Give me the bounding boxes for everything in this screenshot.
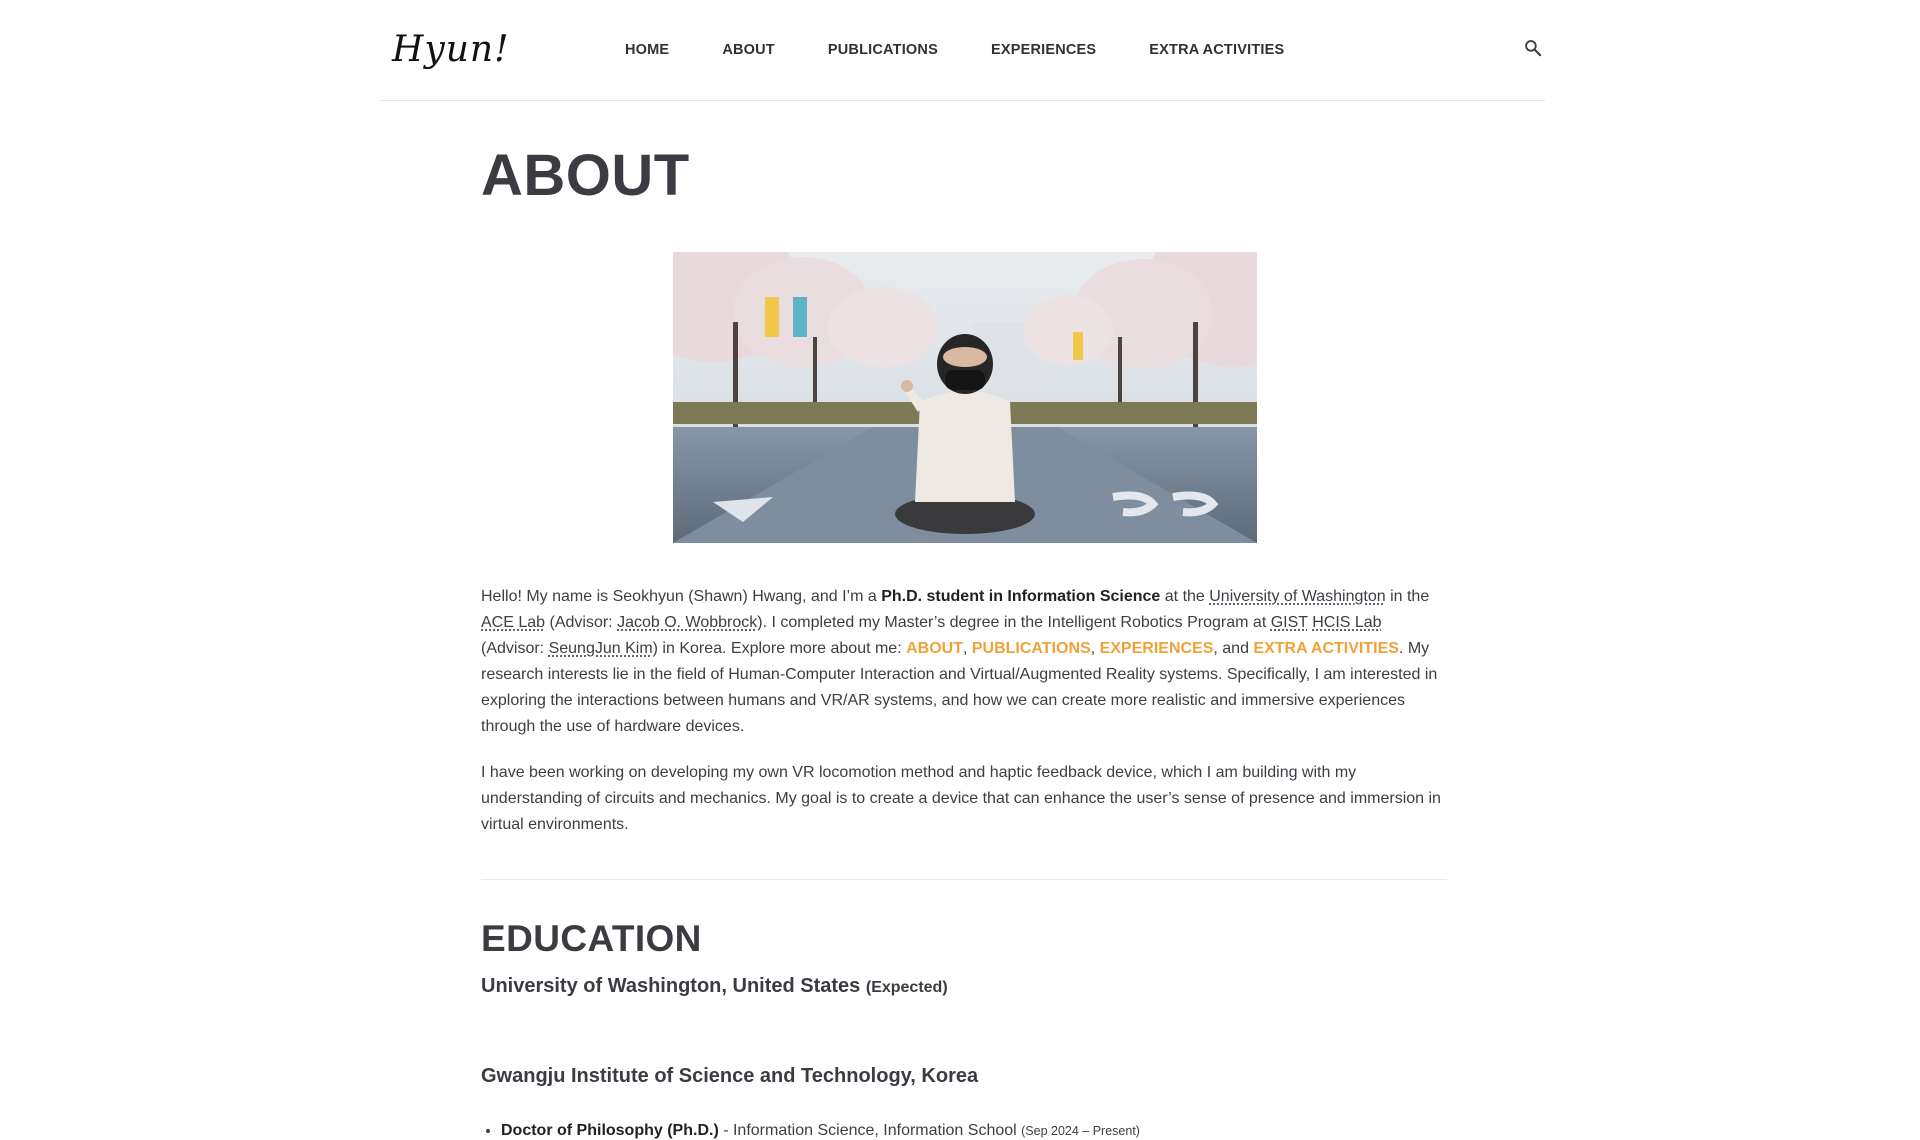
page-title: ABOUT <box>481 143 690 208</box>
intro-text-segment: , and <box>1213 640 1254 657</box>
link-about[interactable]: ABOUT <box>906 640 963 657</box>
abbr-seungjun-kim[interactable]: SeungJun Kim <box>549 640 653 657</box>
link-extra-activities[interactable]: EXTRA ACTIVITIES <box>1253 640 1399 657</box>
abbr-hcis-lab[interactable]: HCIS Lab <box>1312 614 1381 631</box>
abbr-jacob-wobbrock[interactable]: Jacob O. Wobbrock <box>617 614 757 631</box>
nav-experiences[interactable]: EXPERIENCES <box>991 42 1096 58</box>
nav-publications[interactable]: PUBLICATIONS <box>828 42 938 58</box>
intro-text: Hello! My name is Seokhyun (Shawn) Hwang… <box>481 584 1449 858</box>
intro-text-segment: ) in Korea. Explore more about me: <box>652 640 907 657</box>
abbr-ace-lab[interactable]: ACE Lab <box>481 614 545 631</box>
link-experiences[interactable]: EXPERIENCES <box>1100 640 1214 657</box>
degree-title: Doctor of Philosophy (Ph.D.) <box>501 1122 719 1139</box>
degree-dates: (Sep 2024 – Present) <box>1021 1124 1140 1138</box>
school-name: University of Washington, United States <box>481 975 861 997</box>
search-button[interactable] <box>1523 38 1545 60</box>
logo-text: Hyun! <box>392 29 510 70</box>
nav-about[interactable]: ABOUT <box>722 42 775 58</box>
intro-text-segment: Hello! My name is Seokhyun (Shawn) Hwang… <box>481 588 882 605</box>
link-publications[interactable]: PUBLICATIONS <box>972 640 1091 657</box>
profile-photo <box>673 252 1257 543</box>
main-nav: HOME ABOUT PUBLICATIONS EXPERIENCES EXTR… <box>625 0 1284 100</box>
abbr-gist[interactable]: GIST <box>1271 614 1308 631</box>
search-icon <box>1525 40 1542 57</box>
site-logo[interactable]: Hyun! <box>386 26 509 74</box>
intro-paragraph-1: Hello! My name is Seokhyun (Shawn) Hwang… <box>481 584 1449 740</box>
intro-text-segment: , <box>962 640 972 657</box>
phd-highlight: Ph.D. student in Information Science <box>881 588 1161 605</box>
degree-field: - Information Science, Information Schoo… <box>718 1122 1022 1139</box>
nav-extra-activities[interactable]: EXTRA ACTIVITIES <box>1149 42 1284 58</box>
nav-home[interactable]: HOME <box>625 42 669 58</box>
intro-text-segment: in the <box>1385 588 1430 605</box>
education-heading: EDUCATION <box>481 918 702 959</box>
site-header: Hyun! HOME ABOUT PUBLICATIONS EXPERIENCE… <box>380 0 1545 101</box>
intro-text-segment: , <box>1090 640 1100 657</box>
intro-text-segment: ). I completed my Master’s degree in the… <box>757 614 1271 631</box>
school-name: Gwangju Institute of Science and Technol… <box>481 1065 979 1087</box>
intro-text-segment: (Advisor: <box>481 640 549 657</box>
profile-photo-image <box>673 252 1257 543</box>
section-divider <box>481 879 1447 880</box>
school-heading: University of Washington, United States … <box>481 975 948 998</box>
degree-list: Doctor of Philosophy (Ph.D.) - Informati… <box>481 1122 1140 1140</box>
school-heading: Gwangju Institute of Science and Technol… <box>481 1065 978 1088</box>
abbr-university-of-washington[interactable]: University of Washington <box>1209 588 1385 605</box>
intro-text-segment: (Advisor: <box>545 614 618 631</box>
intro-paragraph-2: I have been working on developing my own… <box>481 764 1441 833</box>
intro-text-segment: at the <box>1160 588 1210 605</box>
school-note: (Expected) <box>865 979 948 996</box>
degree-item: Doctor of Philosophy (Ph.D.) - Informati… <box>501 1122 1140 1140</box>
